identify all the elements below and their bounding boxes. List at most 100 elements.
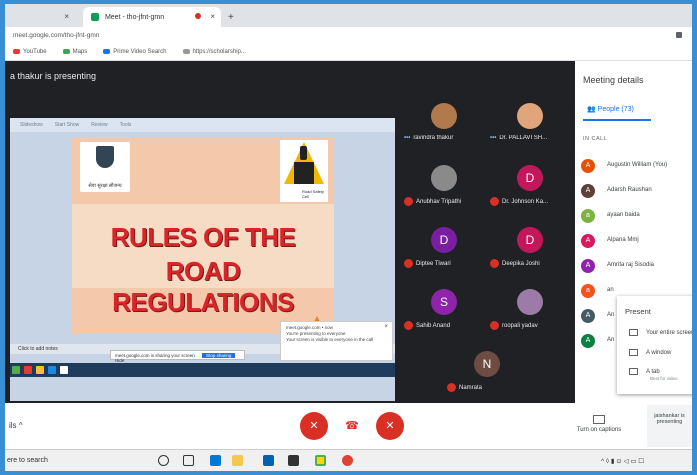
system-tray[interactable]: ^ ◊ ▮ ⊙ ◁ ▭ ☐: [601, 457, 644, 465]
speaking-icon: •••: [490, 135, 497, 141]
toast-close-icon[interactable]: ×: [384, 324, 388, 330]
participant-tile[interactable]: D Deepika Joshi: [488, 215, 574, 277]
file-explorer-icon[interactable]: [232, 455, 243, 466]
new-tab-button[interactable]: +: [228, 12, 234, 23]
people-list-item[interactable]: A Alpana Mmj: [581, 231, 691, 251]
tab-people[interactable]: 👥 People (73): [587, 105, 634, 113]
presenting-toast: × meet.google.com • now You're presentin…: [280, 321, 393, 361]
participant-avatar: S: [431, 289, 457, 315]
participant-tile[interactable]: roopali yadav: [488, 277, 574, 339]
person-name: Alpana Mmj: [607, 237, 639, 243]
bookmark-item[interactable]: Maps: [62, 49, 87, 55]
present-tab-option[interactable]: A tab: [629, 368, 697, 375]
person-name: Adarsh Raushan: [607, 187, 652, 193]
browser-tab-bar: × Meet - tho-jfnt-gmn × +: [5, 4, 692, 27]
details-label: ils: [9, 421, 17, 430]
participant-name: Dr. PALLAVI SH...: [499, 135, 548, 141]
toast-sub: Your screen is visible to everyone in th…: [286, 337, 374, 342]
camera-off-icon: ✕: [385, 420, 395, 432]
participant-tile[interactable]: ••• ravindra thakur: [402, 91, 488, 153]
bookmark-item[interactable]: Prime Video Search: [103, 49, 167, 55]
presenting-label: a thakur is presenting: [10, 71, 97, 81]
present-window-option[interactable]: A window: [629, 349, 697, 356]
tab-previous[interactable]: ×: [5, 7, 75, 27]
avatar: a: [581, 284, 595, 298]
road-safety-caption: Road Safety Cell: [302, 189, 325, 199]
speaking-icon: •••: [404, 135, 411, 141]
tab-option-subtitle: Best for video: [650, 376, 678, 381]
tab-close-icon[interactable]: ×: [210, 12, 215, 21]
mail-icon[interactable]: [263, 455, 274, 466]
person-name: ayaan baida: [607, 212, 640, 218]
taskbar-search[interactable]: ere to search: [7, 457, 48, 464]
participant-avatar: D: [517, 227, 543, 253]
camera-toggle-button[interactable]: ✕: [376, 412, 404, 440]
chrome-icon[interactable]: [342, 455, 353, 466]
participant-name: Dr. Johnson Ka...: [502, 199, 549, 206]
option-label: A window: [646, 350, 672, 357]
participant-tile[interactable]: D Diptee Tiwari: [402, 215, 488, 277]
meeting-stage: a thakur is presenting Slideshow Start Sh…: [5, 61, 575, 403]
participant-avatar: [431, 103, 457, 129]
task-view-icon[interactable]: [183, 455, 194, 466]
participant-tile[interactable]: Anubhav Tripathi: [402, 153, 488, 215]
sticky-notes-icon[interactable]: [315, 455, 326, 466]
people-list-item[interactable]: A Amrita raj Sisodia: [581, 256, 691, 276]
captions-icon: [593, 415, 605, 424]
people-list-item[interactable]: a ayaan baida: [581, 206, 691, 226]
mic-muted-icon: [404, 197, 413, 206]
ppt-menu-item[interactable]: Tools: [120, 122, 132, 128]
person-name: An: [607, 312, 615, 318]
ppt-menu-item[interactable]: Slideshow: [20, 122, 43, 128]
participant-tiles: ••• ravindra thakur ••• Dr. PALLAVI SH... An…: [402, 91, 575, 401]
participant-name: ravindra thakur: [413, 135, 454, 141]
participant-name: Anubhav Tripathi: [416, 199, 462, 206]
edge-icon[interactable]: [210, 455, 221, 466]
people-list-item[interactable]: A Augustin William (You): [581, 156, 691, 176]
tab-meet[interactable]: Meet - tho-jfnt-gmn ×: [83, 7, 221, 27]
participant-tile[interactable]: N Namrata: [445, 339, 531, 401]
leave-call-button[interactable]: ☎: [338, 412, 366, 440]
option-label: Your entire screen: [646, 330, 695, 337]
frame-border: [0, 0, 5, 475]
ppt-menu-item[interactable]: Review: [91, 122, 107, 128]
frame-border: [0, 0, 697, 4]
shared-taskbar: [10, 363, 395, 377]
participant-name-row: ••• ravindra thakur: [404, 135, 488, 141]
caret-up-icon: ^: [18, 421, 23, 430]
mic-toggle-button[interactable]: ✕: [300, 412, 328, 440]
presentation-slide: सेवा सुरक्षा सौजन्य Road Safety Cell RUL…: [72, 138, 334, 334]
participant-name: Namrata: [459, 385, 483, 392]
address-bar[interactable]: meet.google.com/tho-jfnt-gmn: [5, 27, 692, 45]
present-entire-screen-option[interactable]: Your entire screen: [629, 329, 697, 336]
mic-muted-icon: [404, 259, 413, 268]
meeting-details-button[interactable]: ils ^: [9, 421, 23, 430]
camera-indicator-icon[interactable]: [676, 32, 682, 38]
present-menu-heading: Present: [625, 307, 651, 316]
bookmark-item[interactable]: https://scholarship...: [182, 49, 246, 55]
participant-name-row: ••• Dr. PALLAVI SH...: [490, 135, 574, 141]
monitor-icon: [629, 329, 638, 336]
captions-label: Turn on captions: [576, 427, 622, 433]
present-now-button[interactable]: jaishankar is presenting: [647, 405, 692, 447]
bookmark-icon: [182, 49, 190, 54]
avatar: A: [581, 234, 595, 248]
captions-button[interactable]: Turn on captions: [571, 415, 627, 433]
cortana-icon[interactable]: [158, 455, 169, 466]
participant-tile[interactable]: ••• Dr. PALLAVI SH...: [488, 91, 574, 153]
tab-close-icon[interactable]: ×: [64, 12, 69, 21]
bookmark-item[interactable]: YouTube: [13, 49, 47, 55]
participant-name-row: Deepika Joshi: [490, 259, 574, 268]
stop-sharing-button[interactable]: Stop sharing: [202, 353, 236, 358]
participant-name-row: Namrata: [447, 383, 531, 392]
participant-tile[interactable]: S Sahib Anand: [402, 277, 488, 339]
person-name: Augustin William (You): [607, 162, 668, 168]
avatar: A: [581, 159, 595, 173]
participant-avatar: [517, 289, 543, 315]
store-icon[interactable]: [288, 455, 299, 466]
ppt-menu-item[interactable]: Start Show: [55, 122, 79, 128]
people-list-item[interactable]: A Adarsh Raushan: [581, 181, 691, 201]
panel-title: Meeting details: [583, 75, 644, 85]
mic-off-icon: ✕: [309, 420, 319, 432]
participant-tile[interactable]: D Dr. Johnson Ka...: [488, 153, 574, 215]
